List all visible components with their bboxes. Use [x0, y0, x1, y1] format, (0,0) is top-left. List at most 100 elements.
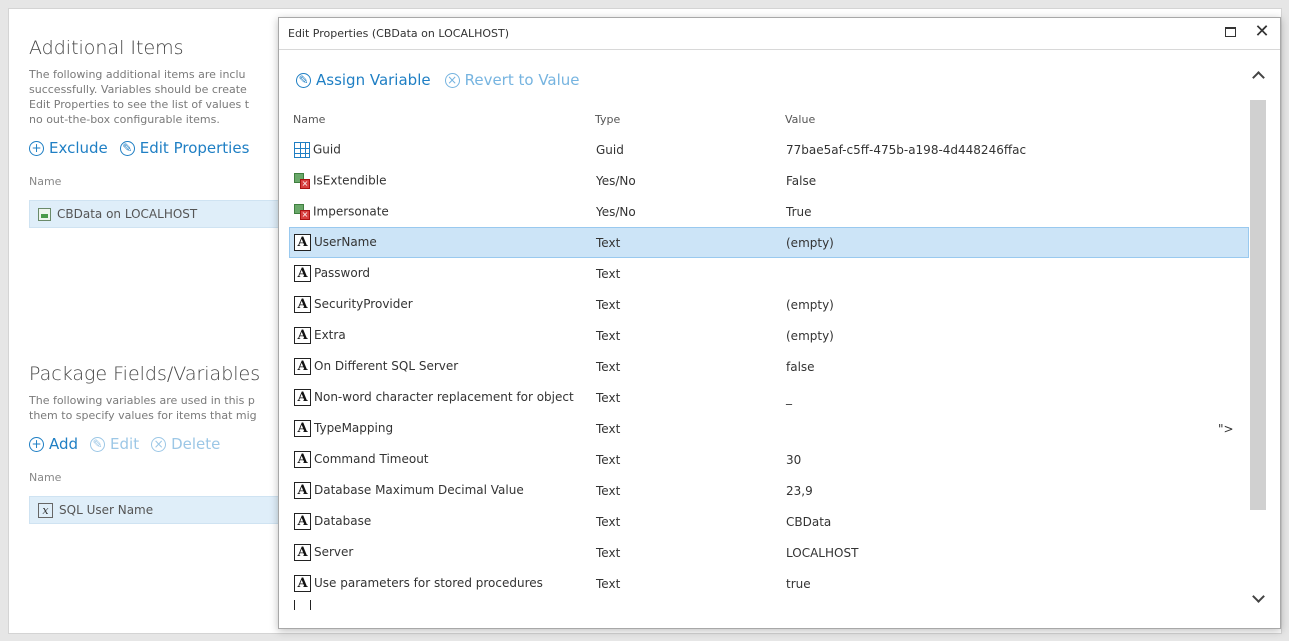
- cell-type: Text: [596, 421, 621, 436]
- column-header-name: Name: [29, 175, 62, 188]
- cell-name: A Server: [290, 544, 596, 561]
- scrollbar-thumb[interactable]: [1250, 100, 1266, 510]
- table-row[interactable]: × Impersonate Yes/No True: [289, 196, 1249, 227]
- table-row[interactable]: [289, 599, 1249, 611]
- cell-value: 30: [786, 452, 802, 467]
- column-header-name: Name: [293, 112, 326, 126]
- cell-type: Text: [596, 297, 621, 312]
- cell-value: ">: [1218, 421, 1234, 436]
- table-row[interactable]: A Extra Text (empty): [289, 320, 1249, 351]
- properties-table: Name Type Value Guid Guid 77bae5af-c5ff-47…: [289, 104, 1249, 624]
- cell-name-text: On Different SQL Server: [314, 359, 459, 373]
- table-row[interactable]: A TypeMapping Text ">: [289, 413, 1249, 444]
- cell-type: Text: [596, 328, 621, 343]
- grid-icon: [294, 141, 310, 158]
- chevron-up-icon: [1251, 71, 1265, 84]
- list-item[interactable]: x SQL User Name: [29, 496, 289, 524]
- cell-name-text: IsExtendible: [313, 173, 387, 187]
- table-row[interactable]: A Server Text LOCALHOST: [289, 537, 1249, 568]
- cell-type: Text: [596, 545, 621, 560]
- package-fields-description: The following variables are used in this…: [29, 393, 289, 423]
- additional-items-section: Additional Items The following additiona…: [29, 37, 289, 228]
- description-line: The following variables are used in this…: [29, 394, 255, 407]
- edit-properties-dialog: Edit Properties (CBData on LOCALHOST) ✕ …: [278, 17, 1281, 629]
- list-item-label: SQL User Name: [59, 503, 154, 517]
- table-header: Name Type Value: [289, 104, 1249, 134]
- cell-name-text: TypeMapping: [314, 421, 394, 435]
- scroll-up-button[interactable]: [1248, 64, 1268, 86]
- cell-value: (empty): [786, 328, 834, 343]
- cell-value: LOCALHOST: [786, 545, 859, 560]
- additional-items-actions: + Exclude ✎ Edit Properties: [29, 139, 289, 157]
- exclude-button[interactable]: + Exclude: [29, 139, 108, 157]
- package-fields-actions: + Add ✎ Edit × Delete: [29, 435, 289, 453]
- cell-name: Guid: [290, 141, 596, 158]
- maximize-button[interactable]: [1222, 24, 1238, 40]
- cell-value: true: [786, 576, 811, 591]
- cell-name-text: Database Maximum Decimal Value: [314, 483, 524, 497]
- text-icon: A: [294, 265, 311, 282]
- cell-name: × Impersonate: [290, 203, 596, 220]
- assign-variable-button[interactable]: ✎ Assign Variable: [296, 71, 431, 89]
- add-label: Add: [49, 435, 79, 453]
- scroll-down-button[interactable]: [1248, 588, 1268, 610]
- cell-name: A TypeMapping: [290, 420, 596, 437]
- plus-circle-icon: +: [29, 140, 44, 156]
- edit-label: Edit: [110, 435, 140, 453]
- close-icon: ✕: [1254, 21, 1270, 42]
- cell-type: Text: [596, 235, 621, 250]
- cell-name: A SecurityProvider: [290, 296, 596, 313]
- maximize-icon: [1224, 27, 1236, 37]
- cell-name-text: Impersonate: [313, 204, 389, 218]
- description-line: no out-the-box configurable items.: [29, 113, 220, 126]
- edit-properties-button[interactable]: ✎ Edit Properties: [119, 139, 249, 157]
- cell-name-text: Extra: [314, 328, 346, 342]
- table-row[interactable]: A SecurityProvider Text (empty): [289, 289, 1249, 320]
- delete-label: Delete: [171, 435, 221, 453]
- table-row[interactable]: A Use parameters for stored procedures Tex…: [289, 568, 1249, 599]
- delete-button[interactable]: × Delete: [151, 435, 220, 453]
- boolean-icon: ×: [294, 172, 310, 189]
- add-button[interactable]: + Add: [29, 435, 78, 453]
- table-row[interactable]: A Password Text: [289, 258, 1249, 289]
- table-row[interactable]: A UserName Text (empty): [289, 227, 1249, 258]
- description-line: Edit Properties to see the list of value…: [29, 98, 250, 111]
- dialog-titlebar: Edit Properties (CBData on LOCALHOST): [279, 18, 1280, 50]
- revert-to-value-button[interactable]: × Revert to Value: [444, 71, 580, 89]
- cell-type: Text: [596, 266, 621, 281]
- vertical-scrollbar[interactable]: [1248, 64, 1268, 624]
- database-icon: [38, 207, 51, 221]
- list-item[interactable]: CBData on LOCALHOST: [29, 200, 289, 228]
- edit-button[interactable]: ✎ Edit: [90, 435, 139, 453]
- text-icon: A: [294, 544, 311, 561]
- package-fields-section: Package Fields/Variables The following v…: [29, 363, 289, 524]
- table-row[interactable]: A Command Timeout Text 30: [289, 444, 1249, 475]
- table-row[interactable]: A Database Text CBData: [289, 506, 1249, 537]
- description-line: them to specify values for items that mi…: [29, 409, 257, 422]
- list-item-label: CBData on LOCALHOST: [57, 207, 198, 221]
- additional-items-description: The following additional items are inclu…: [29, 67, 289, 127]
- cell-type: Yes/No: [596, 204, 636, 219]
- cell-type: Text: [596, 359, 621, 374]
- text-icon: A: [294, 451, 311, 468]
- close-button[interactable]: ✕: [1254, 21, 1270, 42]
- text-icon: A: [294, 575, 311, 592]
- table-row[interactable]: Guid Guid 77bae5af-c5ff-475b-a198-4d448246…: [289, 134, 1249, 165]
- text-icon: A: [294, 296, 311, 313]
- table-row[interactable]: A On Different SQL Server Text false: [289, 351, 1249, 382]
- table-row[interactable]: A Non-word character replacement for obje…: [289, 382, 1249, 413]
- table-row[interactable]: A Database Maximum Decimal Value Text 23,9: [289, 475, 1249, 506]
- boolean-icon: ×: [294, 203, 310, 220]
- cell-name-text: Command Timeout: [314, 452, 429, 466]
- table-row[interactable]: × IsExtendible Yes/No False: [289, 165, 1249, 196]
- column-header-value: Value: [785, 112, 816, 126]
- table-body: Guid Guid 77bae5af-c5ff-475b-a198-4d448246…: [289, 134, 1249, 599]
- text-icon: A: [294, 389, 311, 406]
- column-header-name: Name: [29, 471, 62, 484]
- cell-name: A Extra: [290, 327, 596, 344]
- assign-variable-label: Assign Variable: [316, 71, 431, 89]
- cell-name: A UserName: [290, 234, 596, 251]
- revert-to-value-label: Revert to Value: [464, 71, 580, 89]
- cell-value: 77bae5af-c5ff-475b-a198-4d448246ffac: [786, 142, 1027, 157]
- cell-name: A Use parameters for stored procedures: [290, 575, 596, 592]
